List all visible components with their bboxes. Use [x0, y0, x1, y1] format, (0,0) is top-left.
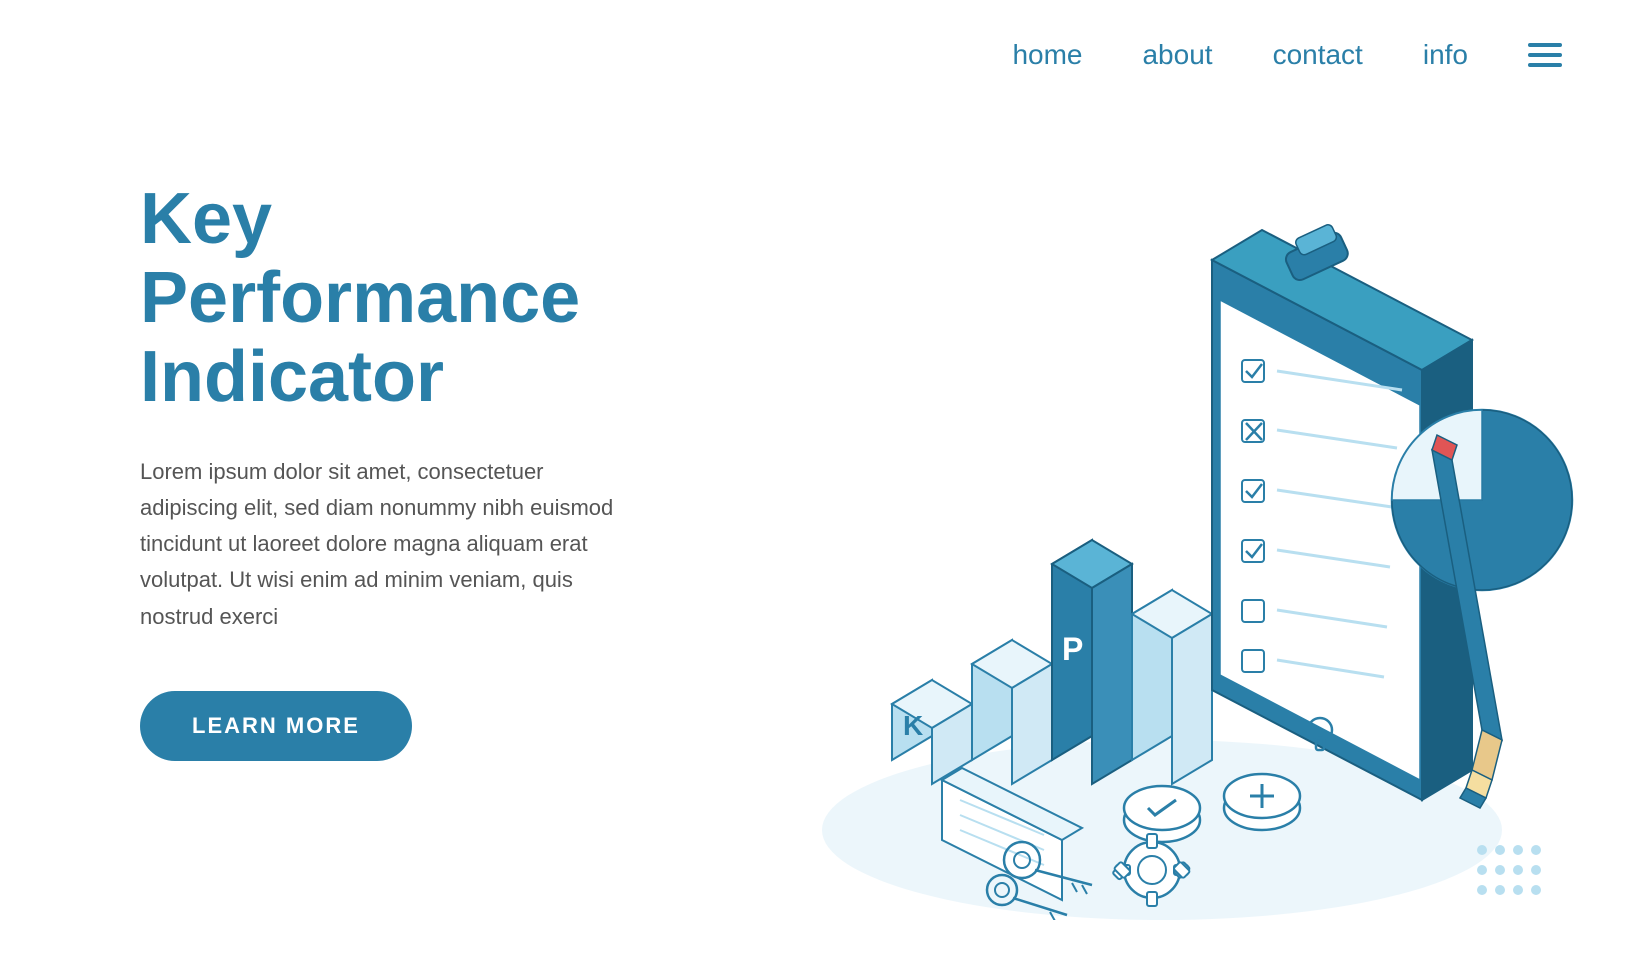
hero-description: Lorem ipsum dolor sit amet, consectetuer…	[140, 454, 620, 635]
kpi-svg-illustration: .stroke { fill: none; stroke: #2a7fa8; s…	[722, 140, 1582, 920]
hero-content: Key Performance Indicator Lorem ipsum do…	[140, 180, 660, 761]
nav-home[interactable]: home	[1012, 39, 1082, 71]
navbar: home about contact info	[0, 0, 1642, 110]
nav-contact[interactable]: contact	[1273, 39, 1363, 71]
svg-text:K: K	[903, 710, 923, 741]
nav-info[interactable]: info	[1423, 39, 1468, 71]
svg-text:P: P	[1062, 631, 1083, 667]
hamburger-menu-icon[interactable]	[1528, 43, 1562, 67]
page-title: Key Performance Indicator	[140, 180, 660, 418]
nav-about[interactable]: about	[1142, 39, 1212, 71]
learn-more-button[interactable]: LEARN MORE	[140, 691, 412, 761]
kpi-illustration: .stroke { fill: none; stroke: #2a7fa8; s…	[722, 140, 1582, 920]
